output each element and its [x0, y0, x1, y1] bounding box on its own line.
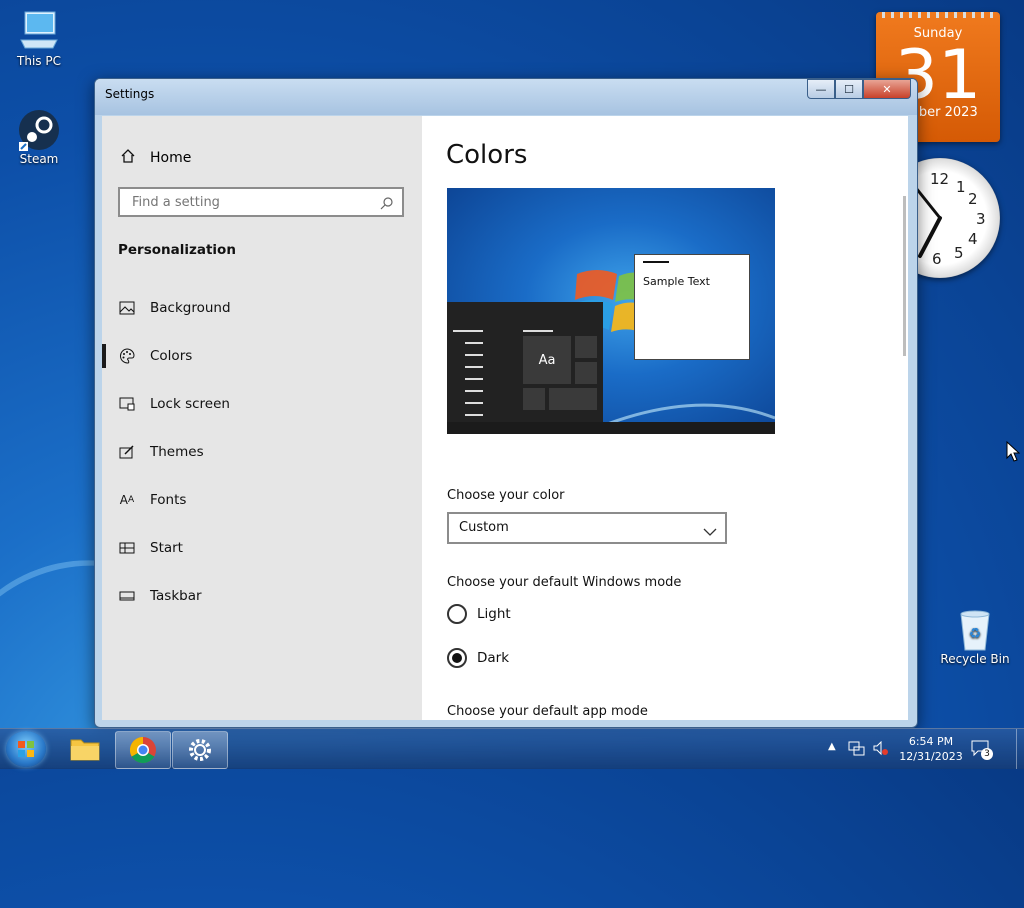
nav-item-themes[interactable]: Themes: [102, 432, 422, 472]
search-icon[interactable]: [380, 195, 394, 210]
nav-item-label: Colors: [150, 348, 193, 364]
nav-item-colors[interactable]: Colors: [102, 336, 422, 376]
nav-item-lock-screen[interactable]: Lock screen: [102, 384, 422, 424]
preview-window: Sample Text: [634, 254, 750, 360]
nav-item-start[interactable]: Start: [102, 528, 422, 568]
color-preview: Aa Sample Text: [447, 188, 775, 434]
nav-item-label: Themes: [150, 444, 204, 460]
preview-start-menu: Aa: [447, 302, 603, 434]
page-title: Colors: [446, 140, 528, 170]
search-input[interactable]: [130, 194, 374, 211]
steam-icon: [17, 108, 61, 151]
content-pane: Colors Aa Sample Text Choose your color …: [422, 116, 908, 720]
app-mode-label: Choose your default app mode: [447, 704, 648, 719]
radio-dark-label: Dark: [477, 650, 510, 666]
notification-badge: 3: [981, 748, 993, 760]
taskbar-settings[interactable]: [172, 731, 228, 769]
chevron-down-icon: [703, 522, 717, 536]
image-icon: [118, 299, 136, 317]
search-box[interactable]: [118, 187, 404, 217]
volume-muted-icon[interactable]: [872, 741, 890, 757]
preview-sample-text: Sample Text: [643, 275, 710, 288]
title-bar[interactable]: Settings — ☐ ✕: [95, 79, 917, 115]
radio-light-circle[interactable]: [447, 604, 467, 624]
nav-section-heading: Personalization: [118, 242, 236, 258]
settings-window[interactable]: Settings — ☐ ✕ Home Personalization: [94, 78, 918, 728]
recycle-bin-icon: ♻: [953, 608, 997, 651]
nav-item-label: Start: [150, 540, 183, 556]
taskbar-file-explorer[interactable]: [58, 731, 112, 767]
mouse-cursor-icon: [1006, 441, 1020, 462]
choose-color-dropdown[interactable]: Custom: [447, 512, 727, 544]
windows-logo-icon: [18, 741, 34, 757]
maximize-button[interactable]: ☐: [835, 79, 863, 99]
taskbar: ▲ 6:54 PM 12/31/2023 3: [0, 728, 1024, 769]
taskbar-icon: [118, 587, 136, 605]
close-button[interactable]: ✕: [863, 79, 911, 99]
fonts-icon: AA: [119, 493, 135, 507]
gear-icon: [189, 739, 211, 761]
start-icon: [118, 539, 136, 557]
desktop-icon-label: Steam: [19, 152, 59, 166]
themes-icon: [118, 443, 136, 461]
start-button[interactable]: [6, 731, 46, 767]
svg-text:♻: ♻: [969, 626, 982, 642]
calendar-rings: [882, 12, 994, 18]
preview-tile: Aa: [523, 336, 571, 384]
scrollbar[interactable]: [903, 196, 906, 356]
nav-home[interactable]: Home: [120, 148, 191, 168]
nav-item-background[interactable]: Background: [102, 288, 422, 328]
nav-item-label: Lock screen: [150, 396, 230, 412]
choose-color-value: Custom: [459, 520, 509, 535]
nav-item-taskbar[interactable]: Taskbar: [102, 576, 422, 616]
nav-item-label: Fonts: [150, 492, 187, 508]
navigation-pane: Home Personalization Background Color: [102, 116, 422, 720]
window-client: Home Personalization Background Color: [102, 116, 908, 720]
radio-dark-circle[interactable]: [447, 648, 467, 668]
nav-item-label: Taskbar: [150, 588, 202, 604]
window-title: Settings: [105, 87, 155, 101]
radio-light-label: Light: [477, 606, 511, 622]
chrome-icon: [129, 736, 156, 764]
nav-item-fonts[interactable]: AA Fonts: [102, 480, 422, 520]
action-center-button[interactable]: 3: [970, 739, 993, 760]
preview-taskbar: [447, 422, 775, 434]
folder-icon: [70, 739, 100, 761]
radio-light[interactable]: Light: [447, 604, 511, 624]
home-icon: [120, 148, 136, 168]
taskbar-date: 12/31/2023: [899, 750, 963, 763]
computer-icon: [17, 10, 61, 50]
minimize-button[interactable]: —: [807, 79, 835, 99]
taskbar-clock[interactable]: 6:54 PM 12/31/2023: [896, 734, 966, 764]
desktop-icon-label: This PC: [17, 54, 61, 68]
desktop-icon-this-pc[interactable]: This PC: [4, 10, 74, 68]
desktop-icon-recycle-bin[interactable]: ♻ Recycle Bin: [940, 608, 1010, 666]
desktop-icon-label: Recycle Bin: [940, 652, 1010, 666]
taskbar-time: 6:54 PM: [908, 735, 954, 748]
show-desktop-button[interactable]: [1016, 729, 1023, 769]
choose-color-label: Choose your color: [447, 488, 565, 503]
radio-dark[interactable]: Dark: [447, 648, 509, 668]
show-hidden-icons-icon[interactable]: ▲: [828, 741, 836, 752]
lock-screen-icon: [118, 395, 136, 413]
network-icon[interactable]: [848, 741, 866, 757]
windows-mode-label: Choose your default Windows mode: [447, 575, 682, 590]
nav-item-label: Background: [150, 300, 231, 316]
taskbar-chrome[interactable]: [115, 731, 171, 769]
desktop-icon-steam[interactable]: Steam: [4, 108, 74, 166]
palette-icon: [118, 347, 136, 365]
nav-home-label: Home: [150, 150, 192, 166]
